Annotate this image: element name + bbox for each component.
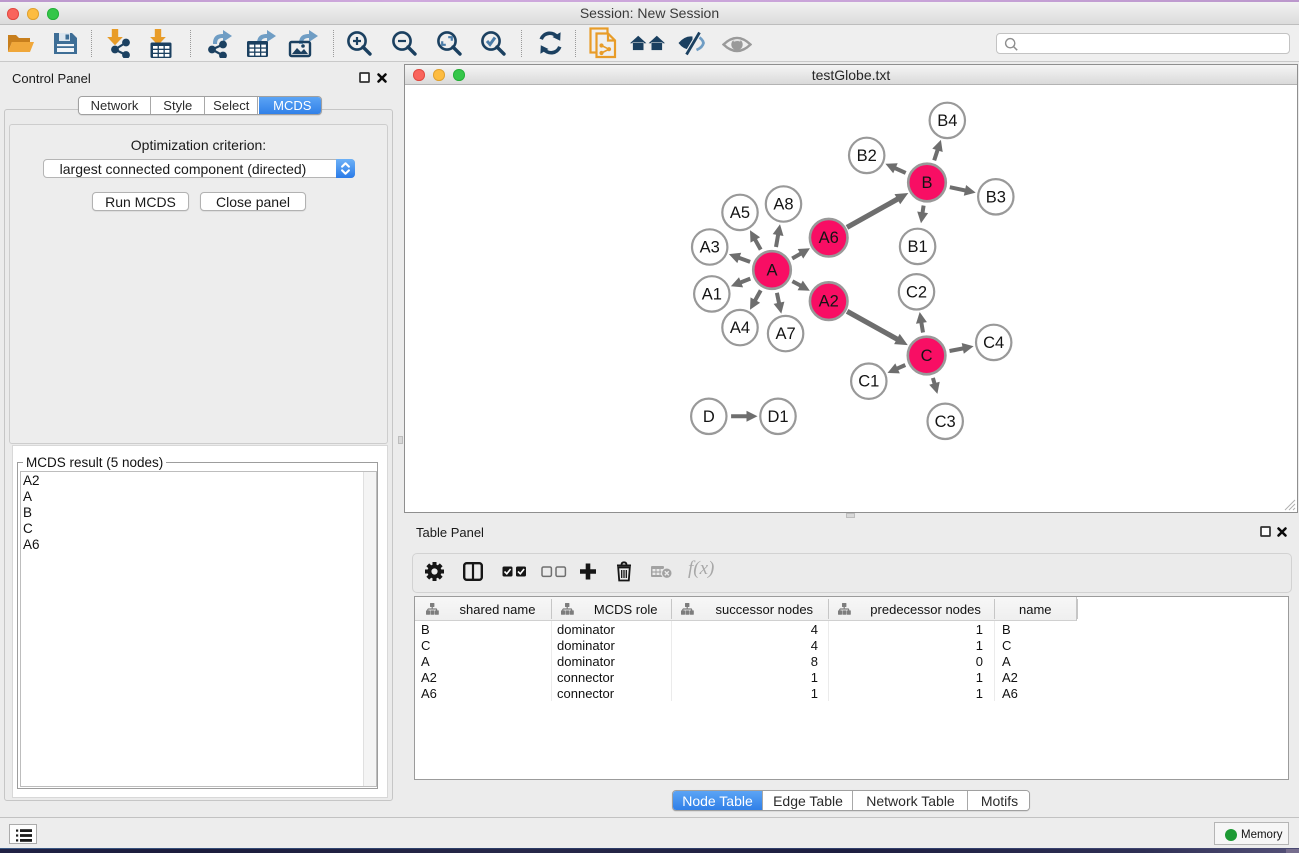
- svg-text:B2: B2: [857, 147, 877, 165]
- svg-text:C1: C1: [858, 373, 879, 391]
- svg-text:B1: B1: [908, 238, 928, 256]
- svg-text:B: B: [921, 174, 932, 192]
- svg-text:A7: A7: [776, 325, 796, 343]
- svg-text:C3: C3: [935, 413, 956, 431]
- svg-text:A4: A4: [730, 319, 750, 337]
- svg-text:A1: A1: [702, 285, 722, 303]
- svg-text:A5: A5: [730, 204, 750, 222]
- svg-text:C4: C4: [983, 334, 1004, 352]
- svg-text:C2: C2: [906, 283, 927, 301]
- svg-text:D1: D1: [767, 408, 788, 426]
- svg-text:A8: A8: [773, 196, 793, 214]
- svg-text:B3: B3: [986, 188, 1006, 206]
- svg-text:B4: B4: [937, 112, 957, 130]
- svg-text:D: D: [703, 408, 715, 426]
- svg-text:A6: A6: [819, 229, 839, 247]
- svg-text:A3: A3: [700, 239, 720, 257]
- svg-text:C: C: [921, 347, 933, 365]
- svg-text:A2: A2: [819, 293, 839, 311]
- svg-text:A: A: [766, 262, 777, 280]
